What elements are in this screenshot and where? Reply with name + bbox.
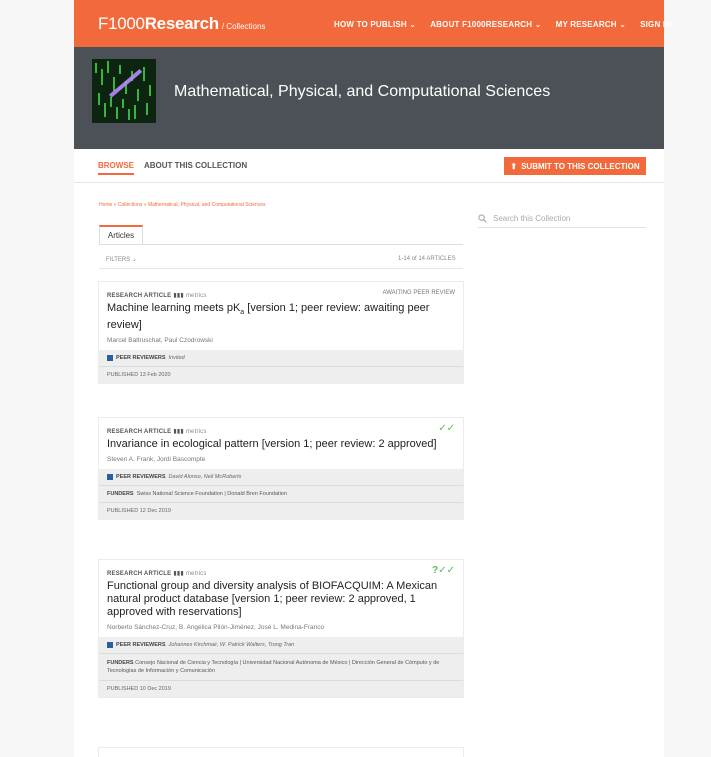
bar-chart-icon: ▮▮▮ <box>173 293 184 299</box>
reviewers-row: PEER REVIEWERS Invited <box>99 350 463 366</box>
nav-how-to-publish[interactable]: HOW TO PUBLISH ⌄ <box>334 20 416 29</box>
article-authors: Steven A. Frank, Jordi Bascompte <box>107 456 206 463</box>
bar-chart-icon: ▮▮▮ <box>173 429 184 435</box>
filters-divider <box>99 268 463 269</box>
active-tab-indicator <box>98 173 134 175</box>
nav-links: HOW TO PUBLISH ⌄ ABOUT F1000RESEARCH ⌄ M… <box>334 20 671 29</box>
article-card-partial[interactable] <box>99 748 463 757</box>
article-count: 1-14 of 14 ARTICLES <box>398 256 456 262</box>
collection-search[interactable]: Search this Collection <box>478 210 646 228</box>
chevron-down-icon: ⌄ <box>131 257 137 263</box>
nav-about[interactable]: ABOUT F1000RESEARCH ⌄ <box>430 20 541 29</box>
article-title[interactable]: Machine learning meets pKa [version 1; p… <box>107 302 455 332</box>
metrics-link[interactable]: metrics <box>186 429 207 435</box>
article-authors: Norberto Sánchez-Cruz, B. Angélica Pilón… <box>107 624 325 631</box>
article-type: RESEARCH ARTICLE ▮▮▮ metrics <box>107 570 207 578</box>
breadcrumb-home[interactable]: Home <box>99 202 112 208</box>
published-row: PUBLISHED 10 Dec 2019 <box>99 680 463 697</box>
article-title[interactable]: Invariance in ecological pattern [versio… <box>107 438 455 451</box>
published-row: PUBLISHED 12 Dec 2019 <box>99 502 463 519</box>
published-row: PUBLISHED 13 Feb 2020 <box>99 366 463 383</box>
tab-browse[interactable]: BROWSE <box>98 161 134 170</box>
nav-my-research[interactable]: MY RESEARCH ⌄ <box>556 20 627 29</box>
reviewers-row: PEER REVIEWERS David Alonso, Neil McRobe… <box>99 469 463 485</box>
collection-title: Mathematical, Physical, and Computationa… <box>174 83 551 100</box>
book-icon <box>107 474 113 480</box>
nav-sign-in[interactable]: SIGN IN <box>640 20 671 29</box>
logo-collections-label: / Collections <box>221 22 266 31</box>
approval-checks-icon: ?✓✓ <box>432 565 455 576</box>
reviewers-row: PEER REVIEWERS Johannes Kirchmair, W. Pa… <box>99 637 463 653</box>
article-card[interactable]: RESEARCH ARTICLE ▮▮▮ metrics ?✓✓ Functio… <box>99 560 463 697</box>
metrics-link[interactable]: metrics <box>186 571 207 577</box>
tab-about-collection[interactable]: ABOUT THIS COLLECTION <box>144 161 247 170</box>
top-navigation: F1000Research / Collections HOW TO PUBLIS… <box>74 0 671 47</box>
article-card[interactable]: RESEARCH ARTICLE ▮▮▮ metrics ✓✓ Invarian… <box>99 418 463 519</box>
article-meta: PEER REVIEWERS Invited PUBLISHED 13 Feb … <box>99 350 463 384</box>
funders-row: FUNDERS Swiss National Science Foundatio… <box>99 485 463 502</box>
breadcrumb-collections[interactable]: Collections <box>118 202 142 208</box>
article-meta: PEER REVIEWERS Johannes Kirchmair, W. Pa… <box>99 637 463 697</box>
collection-subnav: BROWSE ABOUT THIS COLLECTION ⬆ SUBMIT TO… <box>74 149 664 183</box>
book-icon <box>107 642 113 648</box>
metrics-link[interactable]: metrics <box>186 293 207 299</box>
book-icon <box>107 355 113 362</box>
tab-articles[interactable]: Articles <box>99 225 143 245</box>
funders-row: FUNDERS Consejo Nacional de Ciencia y Te… <box>99 653 463 680</box>
upload-arrow-icon: ⬆ <box>510 161 518 171</box>
submit-to-collection-button[interactable]: ⬆ SUBMIT TO THIS COLLECTION <box>504 157 646 175</box>
article-title[interactable]: Functional group and diversity analysis … <box>107 580 455 619</box>
search-icon <box>478 214 487 223</box>
search-input[interactable]: Search this Collection <box>493 214 570 223</box>
site-logo[interactable]: F1000Research / Collections <box>98 14 265 34</box>
article-meta: PEER REVIEWERS David Alonso, Neil McRobe… <box>99 469 463 519</box>
collection-image <box>92 59 156 123</box>
breadcrumb: Home » Collections » Mathematical, Physi… <box>99 202 266 208</box>
bar-chart-icon: ▮▮▮ <box>173 571 184 577</box>
article-authors: Marcel Baltruschat, Paul Czodrowski <box>107 337 213 345</box>
status-badge: AWAITING PEER REVIEW <box>382 290 455 296</box>
filters-toggle[interactable]: FILTERS ⌄ <box>106 256 137 263</box>
collection-banner: Mathematical, Physical, and Computationa… <box>74 47 664 149</box>
article-card[interactable]: RESEARCH ARTICLE ▮▮▮ metrics AWAITING PE… <box>99 282 463 384</box>
approval-checks-icon: ✓✓ <box>438 423 455 434</box>
tab-divider <box>99 244 463 245</box>
breadcrumb-current: Mathematical, Physical, and Computationa… <box>147 202 266 208</box>
article-type: RESEARCH ARTICLE ▮▮▮ metrics <box>107 428 207 436</box>
